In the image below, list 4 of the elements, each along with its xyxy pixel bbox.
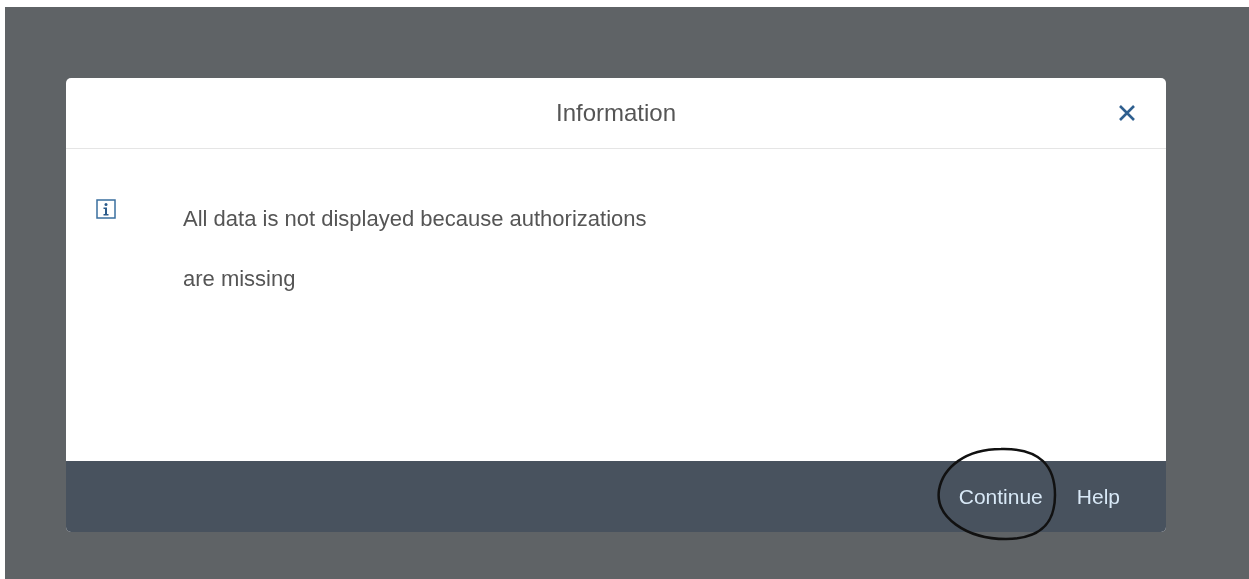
info-icon bbox=[96, 199, 116, 219]
help-button[interactable]: Help bbox=[1070, 478, 1126, 515]
dialog-title: Information bbox=[555, 99, 677, 127]
info-message: All data is not displayed because authorizations are missing bbox=[183, 205, 648, 293]
